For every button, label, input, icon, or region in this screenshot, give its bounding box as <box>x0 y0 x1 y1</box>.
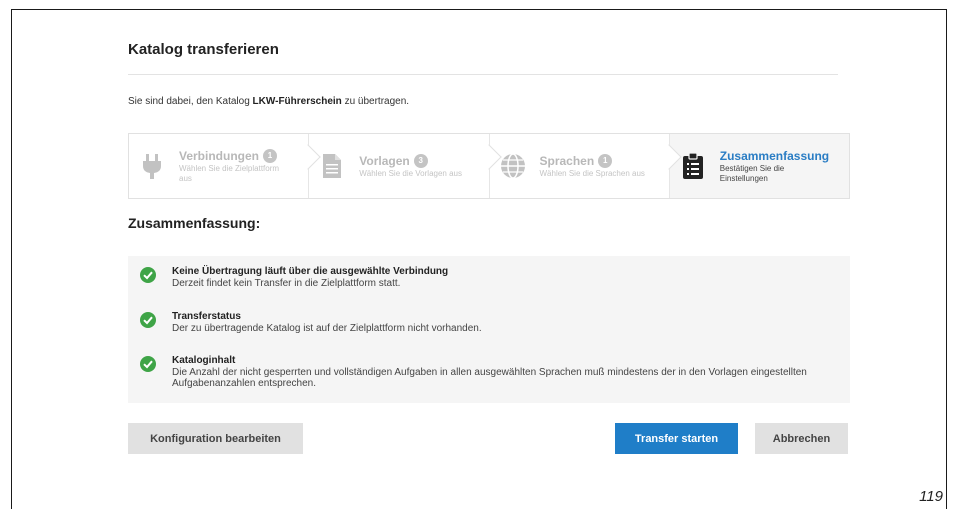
step-description: Bestätigen Sie die Einstellungen <box>719 163 785 183</box>
intro-prefix: Sie sind dabei, den Katalog <box>128 96 253 107</box>
step-description: Wählen Sie die Vorlagen aus <box>359 168 462 178</box>
wizard-steps: Verbindungen 1 Wählen Sie die Zielplattfo… <box>128 133 850 199</box>
step-label: Vorlagen <box>359 153 410 168</box>
plug-icon <box>139 151 165 181</box>
catalog-name: LKW-Führerschein <box>252 96 342 107</box>
check-circle-icon <box>140 312 156 328</box>
edit-configuration-button[interactable]: Konfiguration bearbeiten <box>128 423 303 454</box>
check-description: Die Anzahl der nicht gesperrten und voll… <box>172 367 807 389</box>
summary-heading: Zusammenfassung: <box>128 215 261 231</box>
globe-icon <box>500 151 526 181</box>
dialog-title: Katalog transferieren <box>128 38 838 75</box>
step-label: Sprachen <box>539 153 595 168</box>
step-count-badge: 1 <box>598 153 613 168</box>
check-circle-icon <box>140 356 156 372</box>
intro-suffix: zu übertragen. <box>341 96 410 107</box>
check-title: Kataloginhalt <box>172 355 236 366</box>
summary-checks: Keine Übertragung läuft über die ausgewä… <box>128 256 850 403</box>
clipboard-icon <box>680 151 706 181</box>
check-circle-icon <box>140 267 156 283</box>
step-count-badge: 3 <box>413 153 428 168</box>
step-verbindungen[interactable]: Verbindungen 1 Wählen Sie die Zielplattfo… <box>129 134 321 198</box>
step-zusammenfassung[interactable]: Zusammenfassung Bestätigen Sie die Einst… <box>668 134 849 198</box>
page-number: 119 <box>919 488 943 505</box>
step-label: Zusammenfassung <box>719 148 830 163</box>
step-count-badge: 1 <box>263 148 278 163</box>
check-description: Der zu übertragende Katalog ist auf der … <box>172 323 482 334</box>
start-transfer-button[interactable]: Transfer starten <box>615 423 738 454</box>
step-vorlagen[interactable]: Vorlagen 3 Wählen Sie die Vorlagen aus <box>308 134 502 198</box>
step-description: Wählen Sie die Zielplattform aus <box>179 163 280 183</box>
cancel-button[interactable]: Abbrechen <box>755 423 848 454</box>
check-description: Derzeit findet kein Transfer in die Ziel… <box>172 278 401 289</box>
step-sprachen[interactable]: Sprachen 1 Wählen Sie die Sprachen aus <box>488 134 682 198</box>
step-label: Verbindungen <box>179 148 260 163</box>
step-description: Wählen Sie die Sprachen aus <box>539 168 645 178</box>
intro-text: Sie sind dabei, den Katalog LKW-Führersc… <box>128 96 838 107</box>
check-title: Keine Übertragung läuft über die ausgewä… <box>172 266 449 277</box>
transfer-dialog: Katalog transferieren Sie sind dabei, de… <box>128 38 850 454</box>
document-icon <box>319 151 345 181</box>
check-title: Transferstatus <box>172 311 241 322</box>
